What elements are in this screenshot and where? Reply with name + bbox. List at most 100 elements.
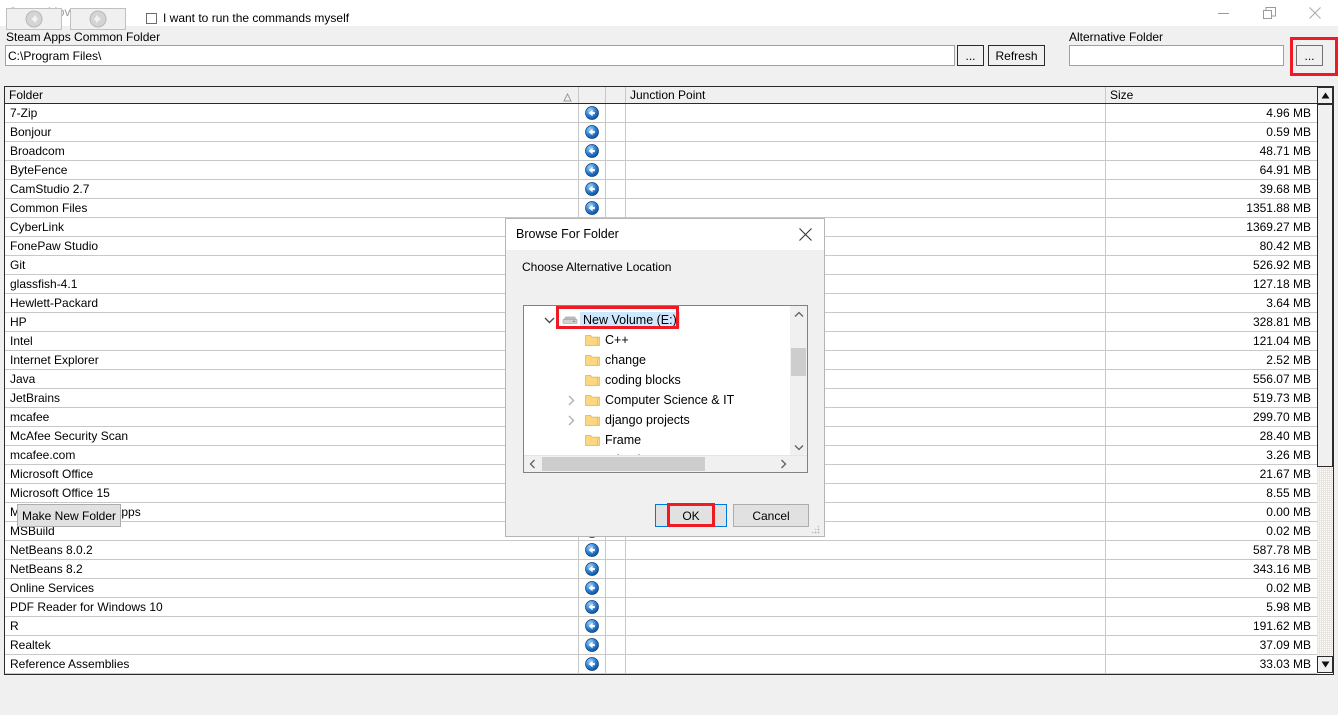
cancel-button[interactable]: Cancel — [733, 504, 809, 527]
cell-folder: mcafee — [5, 408, 579, 426]
tree-node[interactable]: Frame — [524, 430, 807, 450]
table-row[interactable]: ByteFence 64.91 MB — [5, 161, 1317, 180]
cell-size: 0.00 MB — [1266, 505, 1311, 519]
move-arrow-icon[interactable] — [579, 104, 606, 122]
cell-check[interactable] — [606, 161, 626, 179]
column-header-size[interactable]: Size — [1106, 87, 1317, 103]
cell-check[interactable] — [606, 598, 626, 616]
cell-junction-point — [626, 636, 1106, 654]
tree-scroll-track[interactable] — [790, 323, 807, 439]
move-arrow-icon[interactable] — [579, 161, 606, 179]
tree-vertical-scrollbar[interactable] — [790, 306, 807, 456]
cell-folder: R — [5, 617, 579, 635]
cell-check[interactable] — [606, 104, 626, 122]
cell-size: 587.78 MB — [1252, 543, 1311, 557]
tree-scroll-up-icon[interactable] — [790, 306, 807, 323]
cell-junction-point — [626, 104, 1106, 122]
scroll-down-icon[interactable] — [1317, 656, 1333, 673]
expander-placeholder — [560, 350, 582, 370]
scroll-up-icon[interactable] — [1317, 87, 1333, 104]
tree-scroll-down-icon[interactable] — [790, 439, 807, 456]
refresh-button[interactable]: Refresh — [988, 45, 1045, 66]
move-left-button[interactable] — [6, 8, 62, 30]
table-row[interactable]: Reference Assemblies 33.03 MB — [5, 655, 1317, 674]
move-arrow-icon[interactable] — [579, 579, 606, 597]
cell-check[interactable] — [606, 617, 626, 635]
table-row[interactable]: R 191.62 MB — [5, 617, 1317, 636]
move-arrow-icon[interactable] — [579, 123, 606, 141]
cell-check[interactable] — [606, 579, 626, 597]
tree-scroll-thumb[interactable] — [791, 348, 806, 376]
chevron-right-icon[interactable] — [560, 390, 582, 410]
list-vertical-scrollbar[interactable] — [1317, 87, 1333, 674]
ok-button[interactable]: OK — [655, 504, 727, 527]
table-row[interactable]: PDF Reader for Windows 10 5.98 MB — [5, 598, 1317, 617]
cell-check[interactable] — [606, 199, 626, 217]
move-arrow-icon[interactable] — [579, 199, 606, 217]
cell-size: 519.73 MB — [1252, 391, 1311, 405]
tree-scroll-right-icon[interactable] — [775, 456, 792, 472]
move-right-button[interactable] — [70, 8, 126, 30]
chevron-right-icon[interactable] — [560, 410, 582, 430]
move-arrow-icon[interactable] — [579, 142, 606, 160]
cell-check[interactable] — [606, 560, 626, 578]
cell-folder: Reference Assemblies — [5, 655, 579, 673]
table-row[interactable]: Online Services 0.02 MB — [5, 579, 1317, 598]
column-header-icon[interactable] — [579, 87, 606, 103]
folder-tree[interactable]: New Volume (E:) C++ change coding blocks Com… — [523, 305, 808, 473]
tree-scroll-left-icon[interactable] — [524, 456, 541, 472]
tree-node[interactable]: New Volume (E:) — [524, 310, 803, 330]
alternative-folder-input[interactable] — [1069, 45, 1284, 66]
table-row[interactable]: NetBeans 8.0.2 587.78 MB — [5, 541, 1317, 560]
table-row[interactable]: NetBeans 8.2 343.16 MB — [5, 560, 1317, 579]
common-folder-input[interactable] — [5, 45, 955, 66]
alternative-folder-browse-button[interactable]: ... — [1296, 45, 1323, 66]
table-row[interactable]: 7-Zip 4.96 MB — [5, 104, 1317, 123]
cell-check[interactable] — [606, 142, 626, 160]
column-header-folder-label: Folder — [9, 88, 44, 102]
column-header-check[interactable] — [606, 87, 626, 103]
run-commands-label[interactable]: I want to run the commands myself — [163, 11, 349, 25]
tree-horizontal-scrollbar[interactable] — [524, 455, 807, 472]
move-arrow-icon[interactable] — [579, 655, 606, 673]
move-arrow-icon[interactable] — [579, 180, 606, 198]
move-arrow-icon[interactable] — [579, 617, 606, 635]
cell-check[interactable] — [606, 541, 626, 559]
move-arrow-icon[interactable] — [579, 636, 606, 654]
minimize-button[interactable] — [1200, 0, 1246, 26]
table-row[interactable]: Common Files 1351.88 MB — [5, 199, 1317, 218]
common-folder-browse-button[interactable]: ... — [957, 45, 984, 66]
move-arrow-icon[interactable] — [579, 560, 606, 578]
restore-button[interactable] — [1246, 0, 1292, 26]
table-row[interactable]: CamStudio 2.7 39.68 MB — [5, 180, 1317, 199]
tree-hscroll-thumb[interactable] — [542, 457, 705, 471]
expander-placeholder — [560, 430, 582, 450]
move-arrow-icon[interactable] — [579, 541, 606, 559]
tree-node[interactable]: C++ — [524, 330, 807, 350]
cell-size: 328.81 MB — [1252, 315, 1311, 329]
cell-check[interactable] — [606, 123, 626, 141]
cell-check[interactable] — [606, 655, 626, 673]
table-row[interactable]: Realtek 37.09 MB — [5, 636, 1317, 655]
chevron-down-icon[interactable] — [538, 310, 560, 330]
close-button[interactable] — [1292, 0, 1338, 26]
cell-check[interactable] — [606, 180, 626, 198]
move-arrow-icon[interactable] — [579, 598, 606, 616]
make-new-folder-button[interactable]: Make New Folder — [17, 504, 121, 527]
column-header-junction-point[interactable]: Junction Point — [626, 87, 1106, 103]
table-row[interactable]: Broadcom 48.71 MB — [5, 142, 1317, 161]
tree-node[interactable]: Computer Science & IT — [524, 390, 807, 410]
run-commands-checkbox[interactable] — [146, 13, 157, 24]
resize-grip-icon[interactable] — [810, 523, 820, 534]
table-row[interactable]: Bonjour 0.59 MB — [5, 123, 1317, 142]
cell-check[interactable] — [606, 636, 626, 654]
common-folder-label: Steam Apps Common Folder — [6, 30, 161, 44]
cell-size: 33.03 MB — [1259, 657, 1311, 671]
tree-node[interactable]: change — [524, 350, 807, 370]
tree-node[interactable]: coding blocks — [524, 370, 807, 390]
column-header-folder[interactable]: Folder — [5, 87, 579, 103]
tree-node[interactable]: django projects — [524, 410, 807, 430]
cell-folder: Java — [5, 370, 579, 388]
dialog-close-button[interactable] — [786, 219, 824, 250]
list-scroll-thumb[interactable] — [1317, 104, 1333, 467]
